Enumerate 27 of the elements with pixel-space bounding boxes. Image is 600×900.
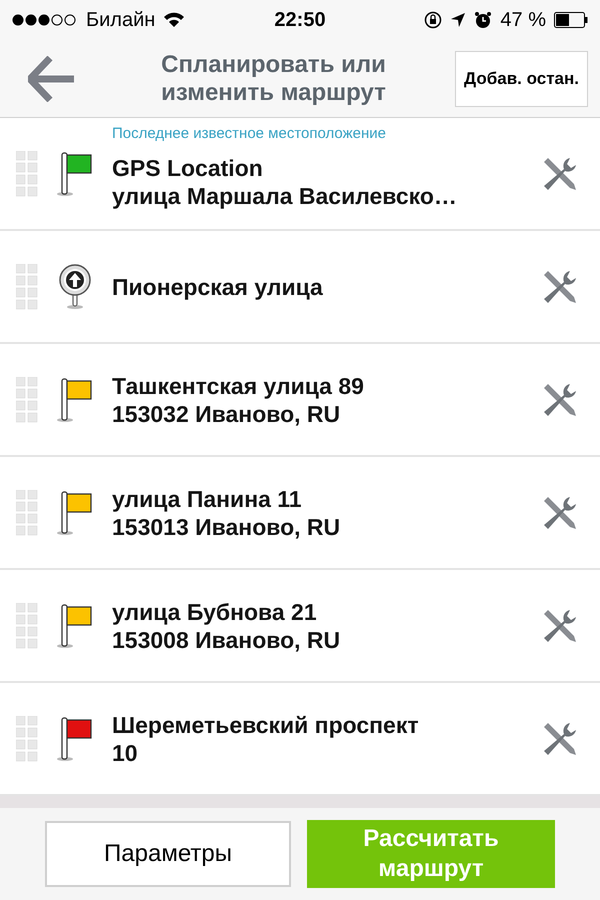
add-stop-button[interactable]: Добав. остан. (455, 50, 588, 106)
drag-handle-icon[interactable] (16, 264, 38, 310)
options-button[interactable]: Параметры (45, 821, 291, 887)
battery-percent: 47 % (500, 8, 546, 33)
drag-handle-icon[interactable] (16, 490, 38, 536)
signal-icon (12, 14, 78, 26)
stop-address[interactable]: улица Панина 11 153013 Иваново, RU (112, 484, 540, 540)
stop-caption: Последнее известное местоположение (112, 124, 386, 144)
screen-title: Спланировать или изменить маршрут (160, 50, 387, 106)
stop-address[interactable]: Шереметьевский проспект 10 (112, 710, 540, 766)
drag-handle-icon[interactable] (16, 376, 38, 422)
alarm-icon (474, 11, 492, 29)
stop-address[interactable]: Ташкентская улица 89 153032 Иваново, RU (112, 372, 540, 428)
up-arrow-pin-icon (57, 264, 93, 310)
back-arrow-icon (28, 56, 76, 102)
carrier-name: Билайн (86, 8, 156, 33)
stop-address[interactable]: улица Бубнова 21 153008 Иваново, RU (112, 598, 540, 654)
drag-handle-icon[interactable] (16, 602, 38, 648)
rotation-lock-icon (424, 11, 442, 29)
drag-handle-icon[interactable] (16, 150, 38, 196)
location-arrow-icon (450, 12, 466, 28)
drag-handle-icon[interactable] (16, 716, 38, 762)
battery-icon (554, 12, 588, 28)
wifi-icon (163, 12, 186, 28)
stop-address[interactable]: GPS Location улица Маршала Василевско… (112, 154, 540, 210)
stop-address[interactable]: Пионерская улица (112, 272, 540, 300)
clock-time: 22:50 (274, 8, 326, 33)
